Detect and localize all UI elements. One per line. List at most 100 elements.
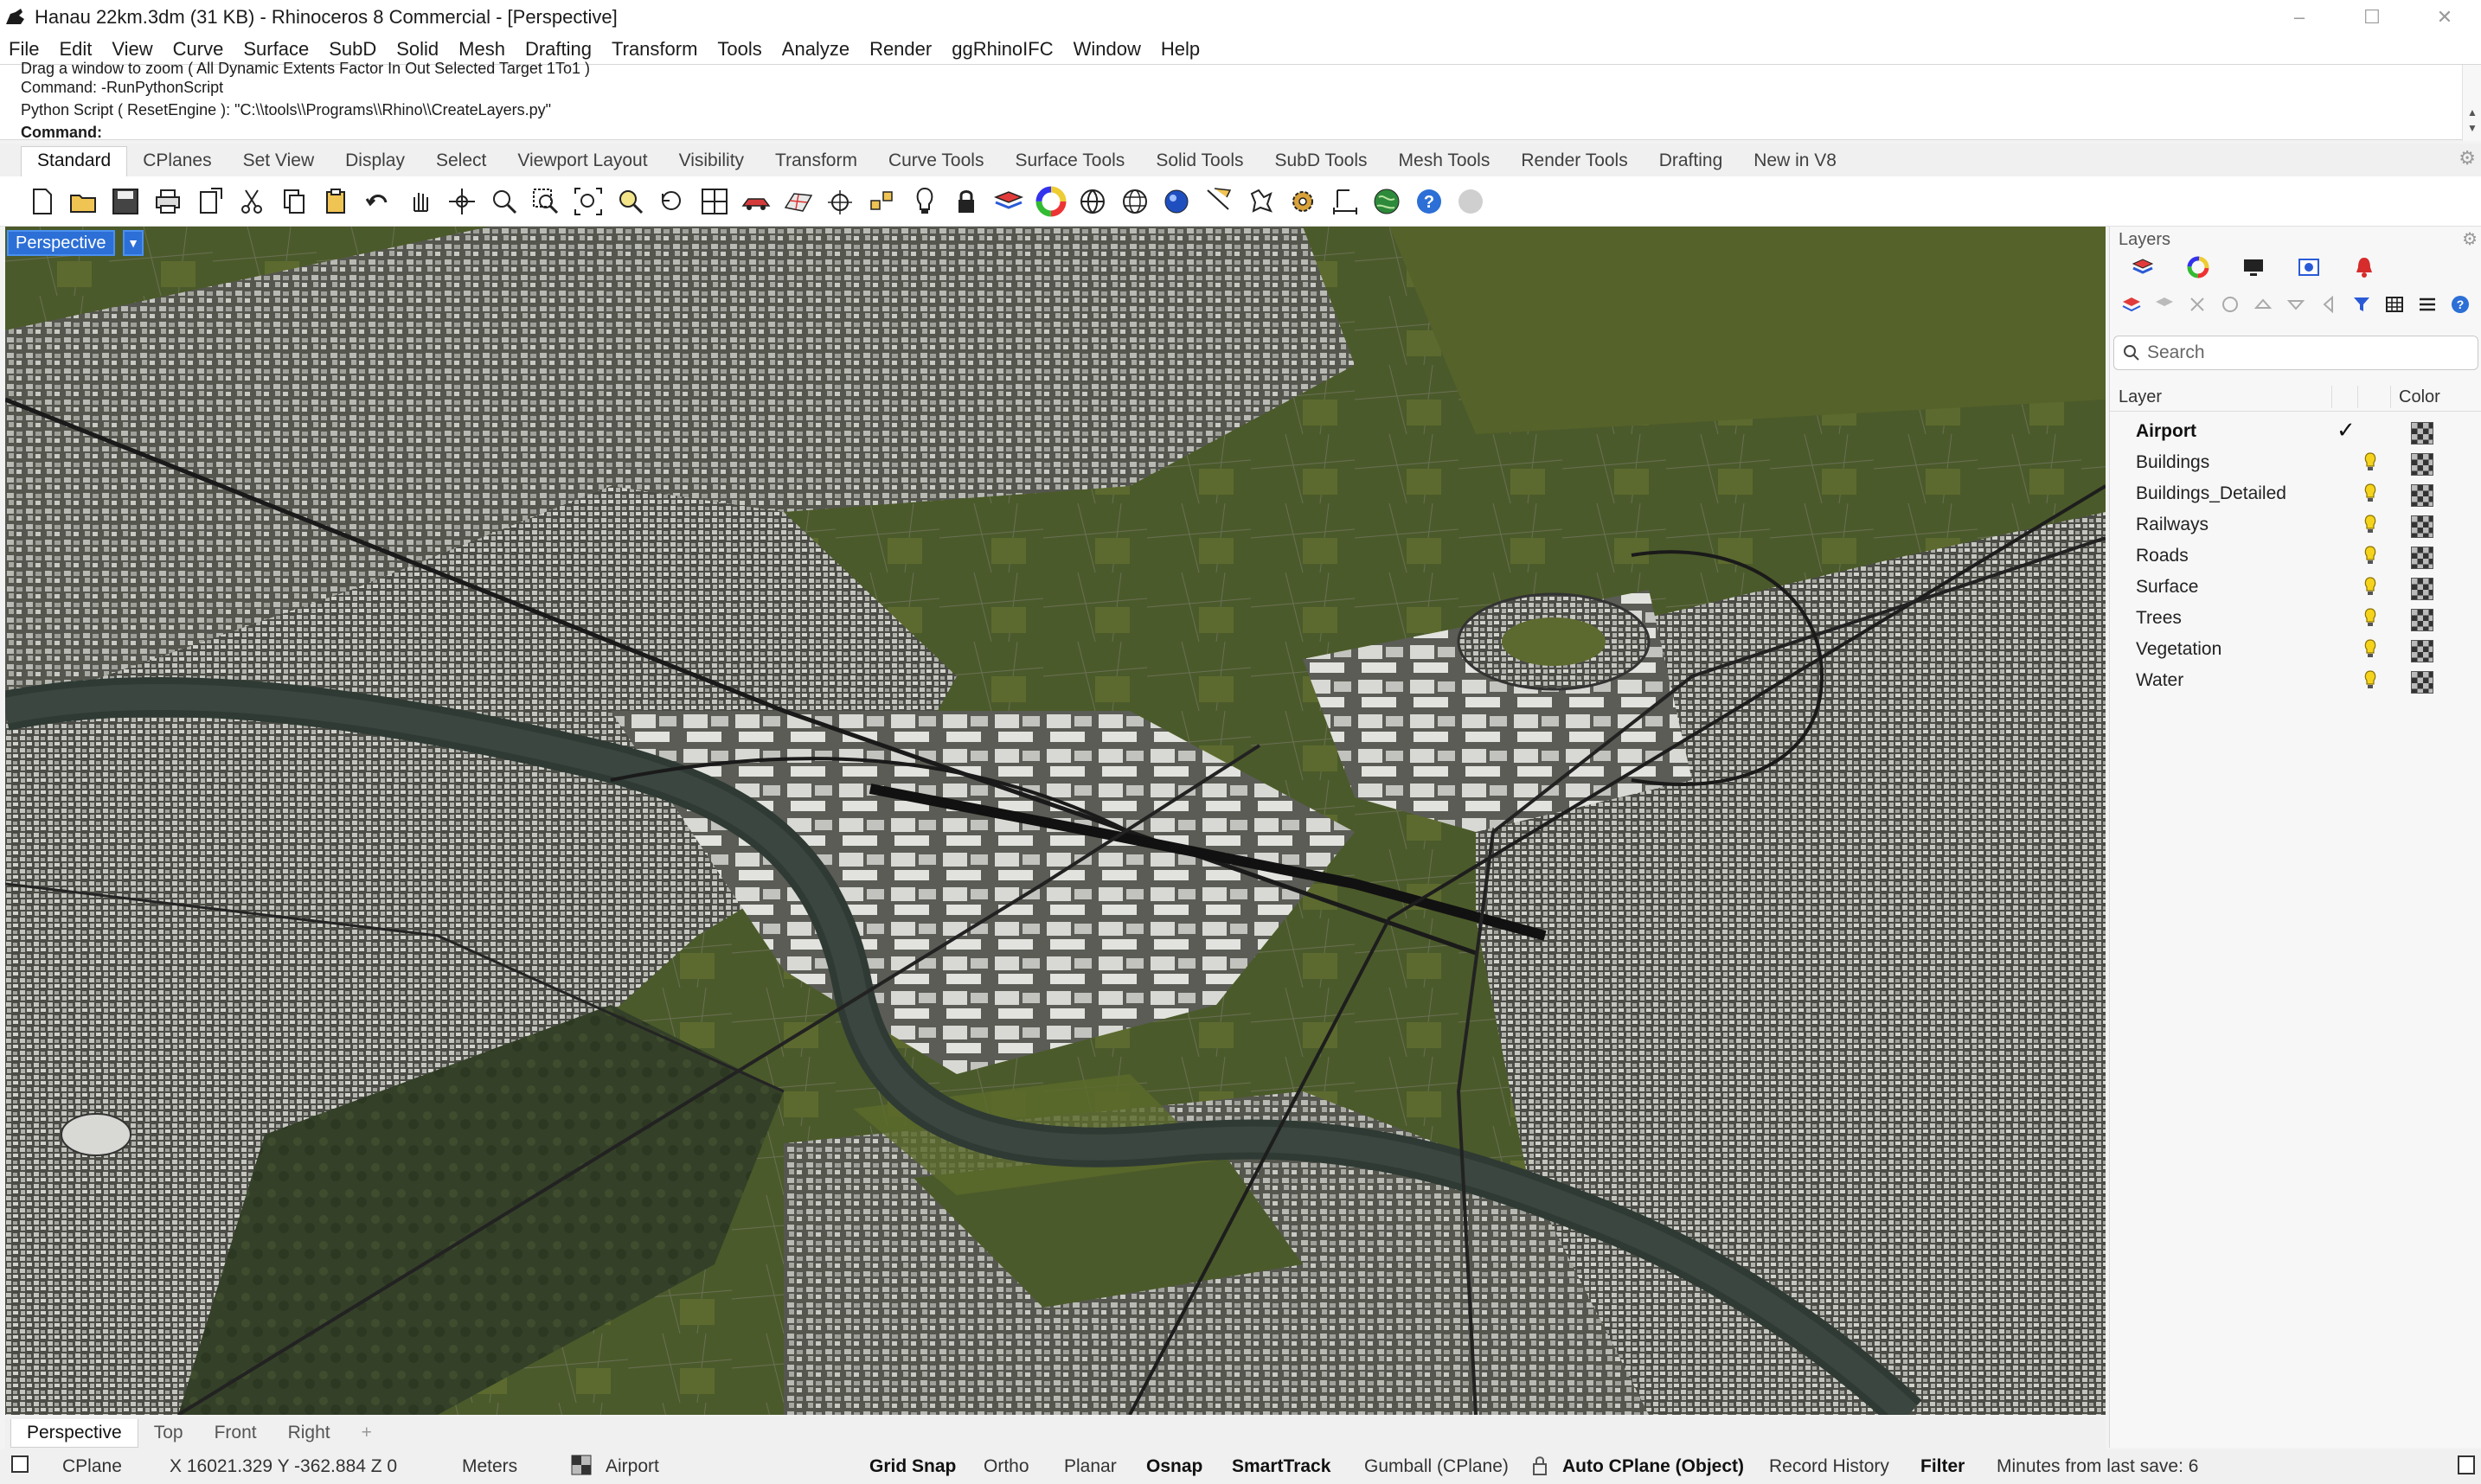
tab-mesh-tools[interactable]: Mesh Tools [1383, 150, 1506, 176]
object-snap-icon[interactable] [862, 181, 904, 222]
tab-surface-tools[interactable]: Surface Tools [999, 150, 1140, 176]
tab-viewport-layout[interactable]: Viewport Layout [502, 150, 663, 176]
zoom-extents-icon[interactable] [567, 181, 610, 222]
layer-color-swatch[interactable] [2411, 484, 2433, 507]
menu-transform[interactable]: Transform [612, 38, 697, 61]
smarttrack-toggle[interactable]: SmartTrack [1232, 1456, 1330, 1477]
menu-solid[interactable]: Solid [396, 38, 439, 61]
menu-tools[interactable]: Tools [717, 38, 761, 61]
filter-icon[interactable] [2345, 291, 2378, 318]
zoom-icon[interactable] [484, 181, 526, 222]
minimize-button[interactable]: – [2263, 0, 2336, 35]
perspective-viewport[interactable]: Perspective ▼ [5, 227, 2106, 1415]
cplane-icon[interactable] [778, 181, 820, 222]
current-layer-label[interactable]: Airport [606, 1456, 659, 1477]
layers-tab-icon[interactable] [2115, 253, 2170, 282]
undo-view-icon[interactable] [651, 181, 694, 222]
layer-color-swatch[interactable] [2411, 422, 2433, 445]
tab-subd-tools[interactable]: SubD Tools [1260, 150, 1383, 176]
city-model-scene[interactable] [5, 227, 2106, 1415]
color-column-header[interactable]: Color [2399, 387, 2440, 407]
flat-shade-icon[interactable] [1198, 181, 1240, 222]
layer-name[interactable]: Buildings [2136, 452, 2209, 473]
tab-render-tools[interactable]: Render Tools [1505, 150, 1643, 176]
layer-row[interactable]: Airport ✓ [2110, 415, 2481, 446]
scroll-down-icon[interactable]: ▼ [2467, 122, 2478, 134]
menu-curve[interactable]: Curve [173, 38, 224, 61]
cplane-toggle-icon[interactable] [10, 1455, 29, 1479]
menu-subd[interactable]: SubD [329, 38, 376, 61]
layer-search-input[interactable] [2147, 342, 2459, 363]
layer-name[interactable]: Buildings_Detailed [2136, 483, 2286, 504]
move-down-icon[interactable] [2279, 291, 2312, 318]
shaded-icon[interactable] [1072, 181, 1114, 222]
tab-transform[interactable]: Transform [760, 150, 873, 176]
layer-column-header[interactable]: Layer [2119, 387, 2162, 407]
menu-render[interactable]: Render [869, 38, 932, 61]
add-viewport-tab-button[interactable]: + [346, 1419, 388, 1447]
set-cplane-icon[interactable] [819, 181, 862, 222]
tab-standard[interactable]: Standard [21, 146, 128, 176]
open-icon[interactable] [63, 181, 106, 222]
tab-select[interactable]: Select [420, 150, 502, 176]
options-gear-icon[interactable] [1282, 181, 1324, 222]
layer-visibility-bulb-icon[interactable] [2361, 451, 2380, 472]
tab-display[interactable]: Display [330, 150, 420, 176]
save-icon[interactable] [105, 181, 147, 222]
layer-name[interactable]: Surface [2136, 577, 2198, 598]
viewport-title[interactable]: Perspective [7, 230, 115, 256]
notifications-tab-icon[interactable] [2337, 253, 2392, 282]
layer-visibility-bulb-icon[interactable] [2361, 483, 2380, 503]
layer-visibility-bulb-icon[interactable] [2361, 576, 2380, 597]
layer-color-swatch[interactable] [2411, 453, 2433, 476]
menu-ggrhinoifc[interactable]: ggRhinoIFC [952, 38, 1053, 61]
tab-front[interactable]: Front [199, 1419, 272, 1447]
ortho-toggle[interactable]: Ortho [984, 1456, 1029, 1477]
cplane-label[interactable]: CPlane [62, 1456, 122, 1477]
lock-icon[interactable] [1531, 1455, 1548, 1481]
layer-row[interactable]: Railways [2110, 509, 2481, 540]
viewport-menu-chevron-icon[interactable]: ▼ [123, 230, 144, 256]
gumball-toggle[interactable]: Gumball (CPlane) [1364, 1456, 1509, 1477]
tab-right[interactable]: Right [272, 1419, 346, 1447]
globe-icon[interactable] [1366, 181, 1408, 222]
zoom-window-icon[interactable] [525, 181, 567, 222]
help-icon[interactable]: ? [2444, 291, 2477, 318]
rendered-icon[interactable] [1156, 181, 1198, 222]
tab-perspective[interactable]: Perspective [10, 1418, 138, 1448]
cut-icon[interactable] [231, 181, 273, 222]
layer-row[interactable]: Water [2110, 664, 2481, 695]
tab-curve-tools[interactable]: Curve Tools [873, 150, 1000, 176]
layer-name[interactable]: Vegetation [2136, 639, 2221, 660]
layer-color-swatch[interactable] [2411, 609, 2433, 631]
help-icon[interactable]: ? [1408, 181, 1451, 222]
properties-tab-icon[interactable] [2170, 253, 2226, 282]
lasso-icon[interactable] [1240, 181, 1282, 222]
wireframe-icon[interactable] [1113, 181, 1156, 222]
menu-window[interactable]: Window [1074, 38, 1141, 61]
layer-copy-icon[interactable] [2214, 291, 2247, 318]
units-label[interactable]: Meters [462, 1456, 517, 1477]
layer-row[interactable]: Vegetation [2110, 633, 2481, 664]
paste-icon[interactable] [315, 181, 357, 222]
planar-toggle[interactable]: Planar [1064, 1456, 1117, 1477]
named-views-tab-icon[interactable] [2281, 253, 2337, 282]
light-icon[interactable] [903, 181, 946, 222]
command-scrollbar[interactable]: ▲ ▼ [2462, 65, 2481, 141]
layer-color-swatch[interactable] [2411, 515, 2433, 538]
layer-row[interactable]: Trees [2110, 602, 2481, 633]
layer-row[interactable]: Buildings_Detailed [2110, 477, 2481, 509]
more-icon[interactable] [1450, 181, 1492, 222]
menu-view[interactable]: View [112, 38, 152, 61]
tab-solid-tools[interactable]: Solid Tools [1140, 150, 1259, 176]
layer-name[interactable]: Trees [2136, 608, 2182, 629]
print-icon[interactable] [147, 181, 189, 222]
layer-visibility-bulb-icon[interactable] [2361, 545, 2380, 566]
new-icon[interactable] [21, 181, 63, 222]
tab-cplanes[interactable]: CPlanes [127, 150, 227, 176]
layer-color-swatch[interactable] [2411, 578, 2433, 600]
layer-row[interactable]: Surface [2110, 571, 2481, 602]
grid-snap-toggle[interactable]: Grid Snap [869, 1456, 956, 1477]
pan-icon[interactable] [399, 181, 441, 222]
layer-name[interactable]: Roads [2136, 546, 2189, 566]
